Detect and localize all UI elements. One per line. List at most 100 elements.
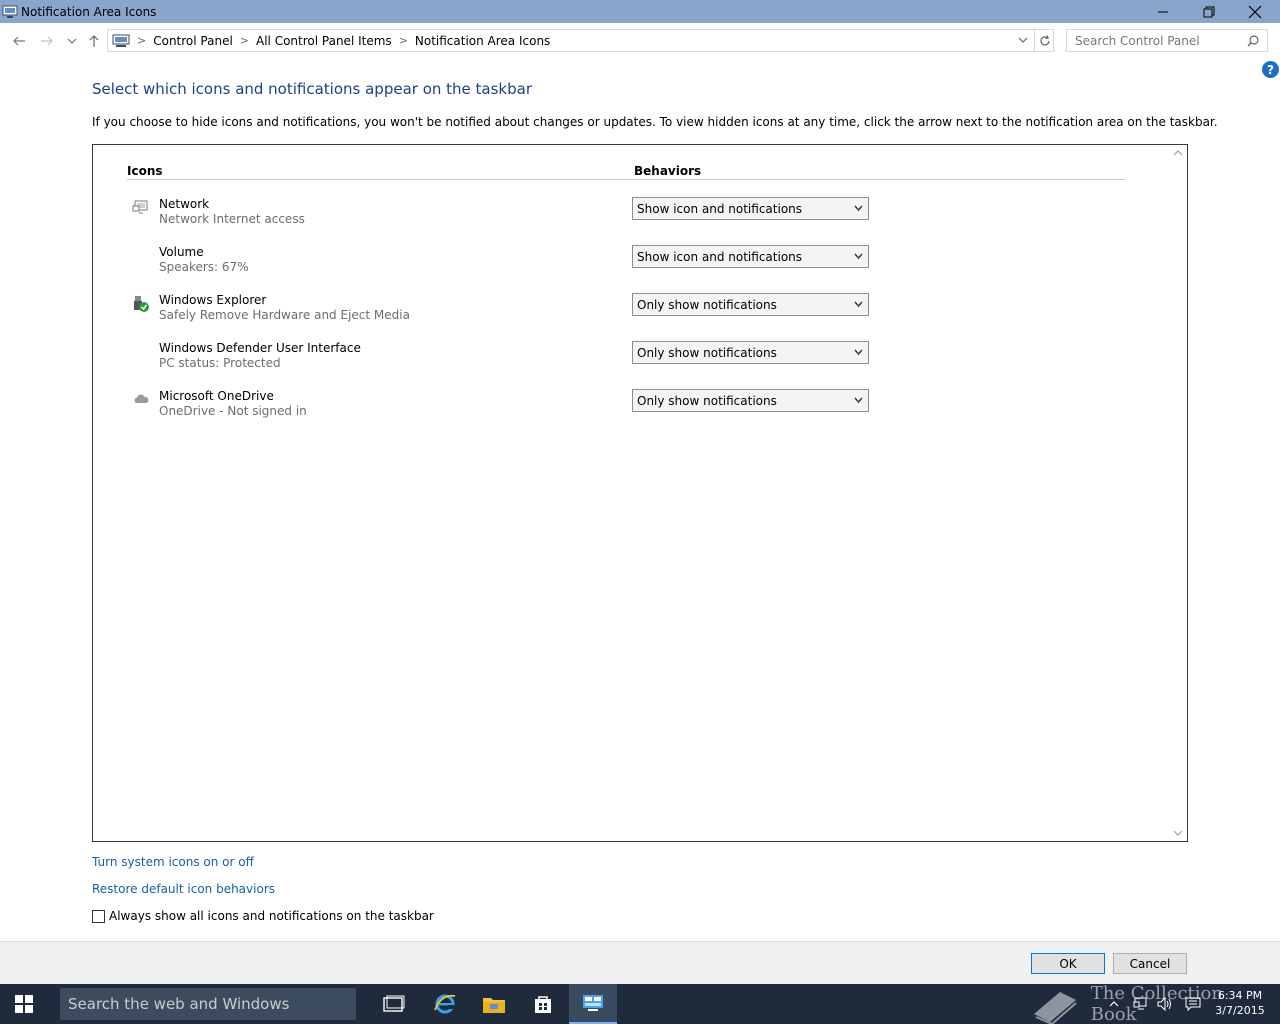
computer-icon (112, 34, 130, 48)
minimize-icon (1158, 11, 1168, 12)
up-arrow-icon (89, 35, 99, 47)
taskbar-search-placeholder: Search the web and Windows (68, 995, 290, 1013)
control-panel-taskbar-button[interactable] (569, 984, 617, 1024)
always-show-checkbox-row[interactable]: Always show all icons and notifications … (92, 909, 434, 923)
taskbar-search-input[interactable]: Search the web and Windows (60, 988, 356, 1020)
internet-explorer-button[interactable] (421, 984, 469, 1024)
selected-behavior: Only show notifications (637, 393, 777, 408)
scroll-up-icon[interactable] (1173, 149, 1183, 159)
back-button[interactable] (9, 31, 29, 51)
list-item-windows-defender: Windows Defender User Interface PC statu… (127, 341, 887, 381)
start-button[interactable] (0, 984, 48, 1024)
list-item-onedrive: Microsoft OneDrive OneDrive - Not signed… (127, 389, 887, 429)
forward-arrow-icon (41, 36, 53, 46)
breadcrumb-notification-area[interactable]: Notification Area Icons (415, 34, 550, 48)
restore-icon (1203, 6, 1215, 17)
clock-date: 3/7/2015 (1215, 1004, 1265, 1017)
store-bag-icon (535, 996, 551, 1013)
chevron-down-icon (854, 397, 863, 404)
behavior-select-volume[interactable]: Show icon and notifications (632, 245, 869, 268)
item-description: Speakers: 67% (159, 260, 249, 274)
behavior-select-windows-explorer[interactable]: Only show notifications (632, 293, 869, 316)
breadcrumb-separator: > (398, 34, 408, 47)
cancel-button[interactable]: Cancel (1113, 953, 1187, 974)
chevron-down-icon (854, 349, 863, 356)
item-name: Microsoft OneDrive (159, 389, 274, 403)
forward-button[interactable] (37, 31, 57, 51)
item-description: OneDrive - Not signed in (159, 404, 307, 418)
taskbar-clock[interactable]: 6:34 PM 3/7/2015 (1212, 988, 1268, 1018)
page-title: Select which icons and notifications app… (92, 80, 532, 98)
column-header-icons: Icons (127, 164, 163, 178)
selected-behavior: Show icon and notifications (637, 201, 803, 216)
chevron-down-icon (854, 301, 863, 308)
item-name: Volume (159, 245, 204, 259)
selected-behavior: Only show notifications (637, 345, 777, 360)
behavior-select-network[interactable]: Show icon and notifications (632, 197, 869, 220)
tray-network-button[interactable] (1130, 984, 1152, 1024)
item-name: Windows Explorer (159, 293, 267, 307)
up-button[interactable] (84, 31, 104, 51)
clock-time: 6:34 PM (1217, 989, 1263, 1002)
window-title: Notification Area Icons (21, 4, 157, 19)
always-show-checkbox[interactable] (92, 909, 105, 923)
vertical-scrollbar[interactable] (1170, 145, 1187, 841)
task-view-icon (383, 995, 405, 1012)
column-header-behaviors: Behaviors (634, 164, 702, 178)
show-hidden-icons-button[interactable] (1104, 984, 1124, 1024)
selected-behavior: Show icon and notifications (637, 249, 803, 264)
close-icon (1248, 5, 1262, 18)
chevron-up-icon (1109, 1001, 1119, 1007)
breadcrumb-control-panel[interactable]: Control Panel (153, 34, 233, 48)
header-divider (127, 179, 1125, 180)
windows-logo-icon (15, 995, 33, 1013)
search-input[interactable]: Search Control Panel (1066, 29, 1268, 52)
page-description: If you choose to hide icons and notifica… (92, 115, 1218, 129)
dialog-button-bar: OK Cancel (0, 941, 1280, 984)
help-icon[interactable]: ? (1262, 61, 1279, 78)
folder-icon (483, 998, 505, 1013)
onedrive-cloud-icon (132, 391, 150, 409)
list-item-network: Network Network Internet access Show ico… (127, 197, 887, 237)
ok-button[interactable]: OK (1031, 953, 1105, 974)
title-bar: Notification Area Icons (0, 0, 1280, 23)
breadcrumb: Control Panel > All Control Panel Items … (153, 34, 550, 48)
behavior-select-windows-defender[interactable]: Only show notifications (632, 341, 869, 364)
task-view-button[interactable] (370, 984, 418, 1024)
breadcrumb-separator: > (137, 34, 147, 47)
always-show-label[interactable]: Always show all icons and notifications … (109, 909, 434, 923)
behavior-select-onedrive[interactable]: Only show notifications (632, 389, 869, 412)
scroll-down-icon[interactable] (1173, 829, 1183, 839)
refresh-button[interactable] (1034, 29, 1054, 52)
book-logo-icon (1034, 992, 1077, 1024)
close-button[interactable] (1232, 0, 1278, 23)
list-item-volume: Volume Speakers: 67% Show icon and notif… (127, 245, 887, 285)
tray-volume-button[interactable] (1154, 984, 1176, 1024)
navigation-bar: > Control Panel > All Control Panel Item… (0, 27, 1280, 55)
address-bar[interactable]: > Control Panel > All Control Panel Item… (107, 29, 1054, 52)
search-placeholder: Search Control Panel (1075, 33, 1200, 48)
speaker-icon (1157, 996, 1171, 1012)
turn-system-icons-link[interactable]: Turn system icons on or off (92, 855, 254, 869)
breadcrumb-all-items[interactable]: All Control Panel Items (256, 34, 392, 48)
file-explorer-button[interactable] (470, 984, 518, 1024)
maximize-button[interactable] (1186, 0, 1232, 23)
chevron-down-icon (854, 205, 863, 212)
store-button[interactable] (519, 984, 567, 1024)
action-center-button[interactable] (1182, 984, 1204, 1024)
search-icon (1247, 35, 1259, 47)
restore-defaults-link[interactable]: Restore default icon behaviors (92, 882, 275, 896)
network-icon (1133, 997, 1147, 1010)
taskbar: Search the web and Windows The Collectio… (0, 983, 1280, 1024)
item-name: Windows Defender User Interface (159, 341, 361, 355)
address-dropdown-button[interactable] (1018, 36, 1028, 44)
usb-eject-icon (132, 295, 150, 313)
item-description: PC status: Protected (159, 356, 281, 370)
selected-behavior: Only show notifications (637, 297, 777, 312)
chevron-down-icon (67, 38, 77, 44)
minimize-button[interactable] (1140, 0, 1186, 23)
chevron-down-icon (854, 253, 863, 260)
action-center-icon (1185, 997, 1201, 1012)
recent-locations-button[interactable] (62, 31, 82, 51)
item-description: Network Internet access (159, 212, 305, 226)
